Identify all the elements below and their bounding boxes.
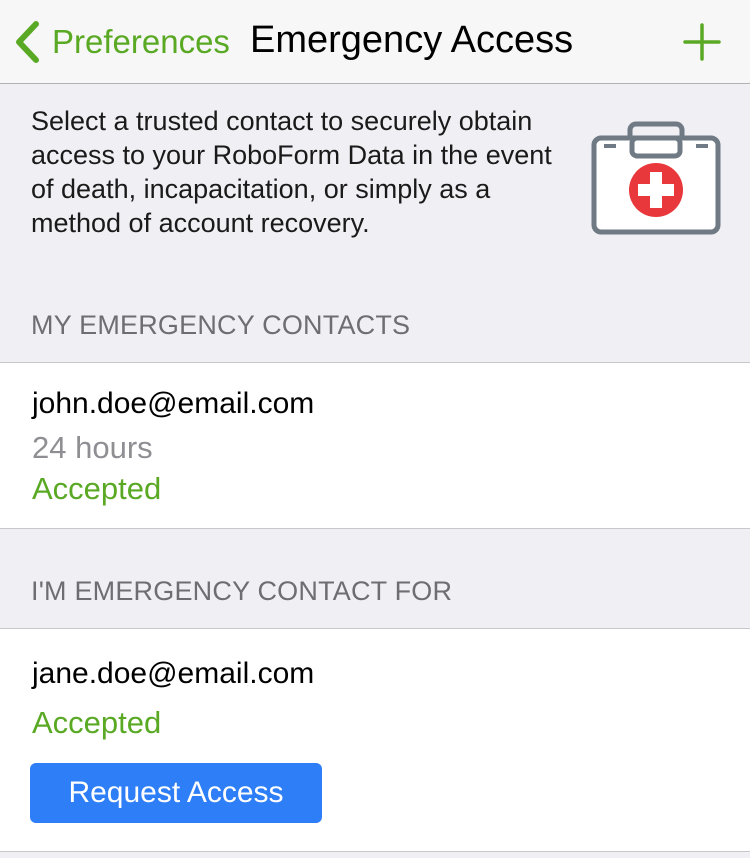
grantor-email: jane.doe@email.com bbox=[32, 657, 315, 690]
grantor-row: jane.doe@email.com Accepted Request Acce… bbox=[0, 628, 750, 852]
page-title: Emergency Access bbox=[250, 19, 574, 61]
intro-description: Select a trusted contact to securely obt… bbox=[31, 106, 552, 238]
contact-email: john.doe@email.com bbox=[32, 387, 315, 420]
navigation-bar: Preferences Emergency Access bbox=[0, 0, 750, 84]
contact-status: Accepted bbox=[32, 471, 162, 506]
chevron-left-icon bbox=[16, 21, 39, 63]
contact-row[interactable]: john.doe@email.com 24 hours Accepted bbox=[0, 362, 750, 529]
grantor-status: Accepted bbox=[32, 705, 162, 740]
contact-wait-time: 24 hours bbox=[32, 430, 153, 465]
back-button[interactable]: Preferences bbox=[14, 14, 230, 70]
first-aid-kit-icon bbox=[591, 121, 721, 235]
back-button-label: Preferences bbox=[52, 23, 230, 60]
section-header-contact-for: I'M EMERGENCY CONTACT FOR bbox=[31, 576, 453, 606]
intro-section: Select a trusted contact to securely obt… bbox=[0, 84, 750, 274]
plus-icon[interactable] bbox=[682, 22, 722, 62]
section-header-my-contacts: MY EMERGENCY CONTACTS bbox=[31, 310, 411, 340]
request-access-button[interactable]: Request Access bbox=[30, 763, 322, 823]
